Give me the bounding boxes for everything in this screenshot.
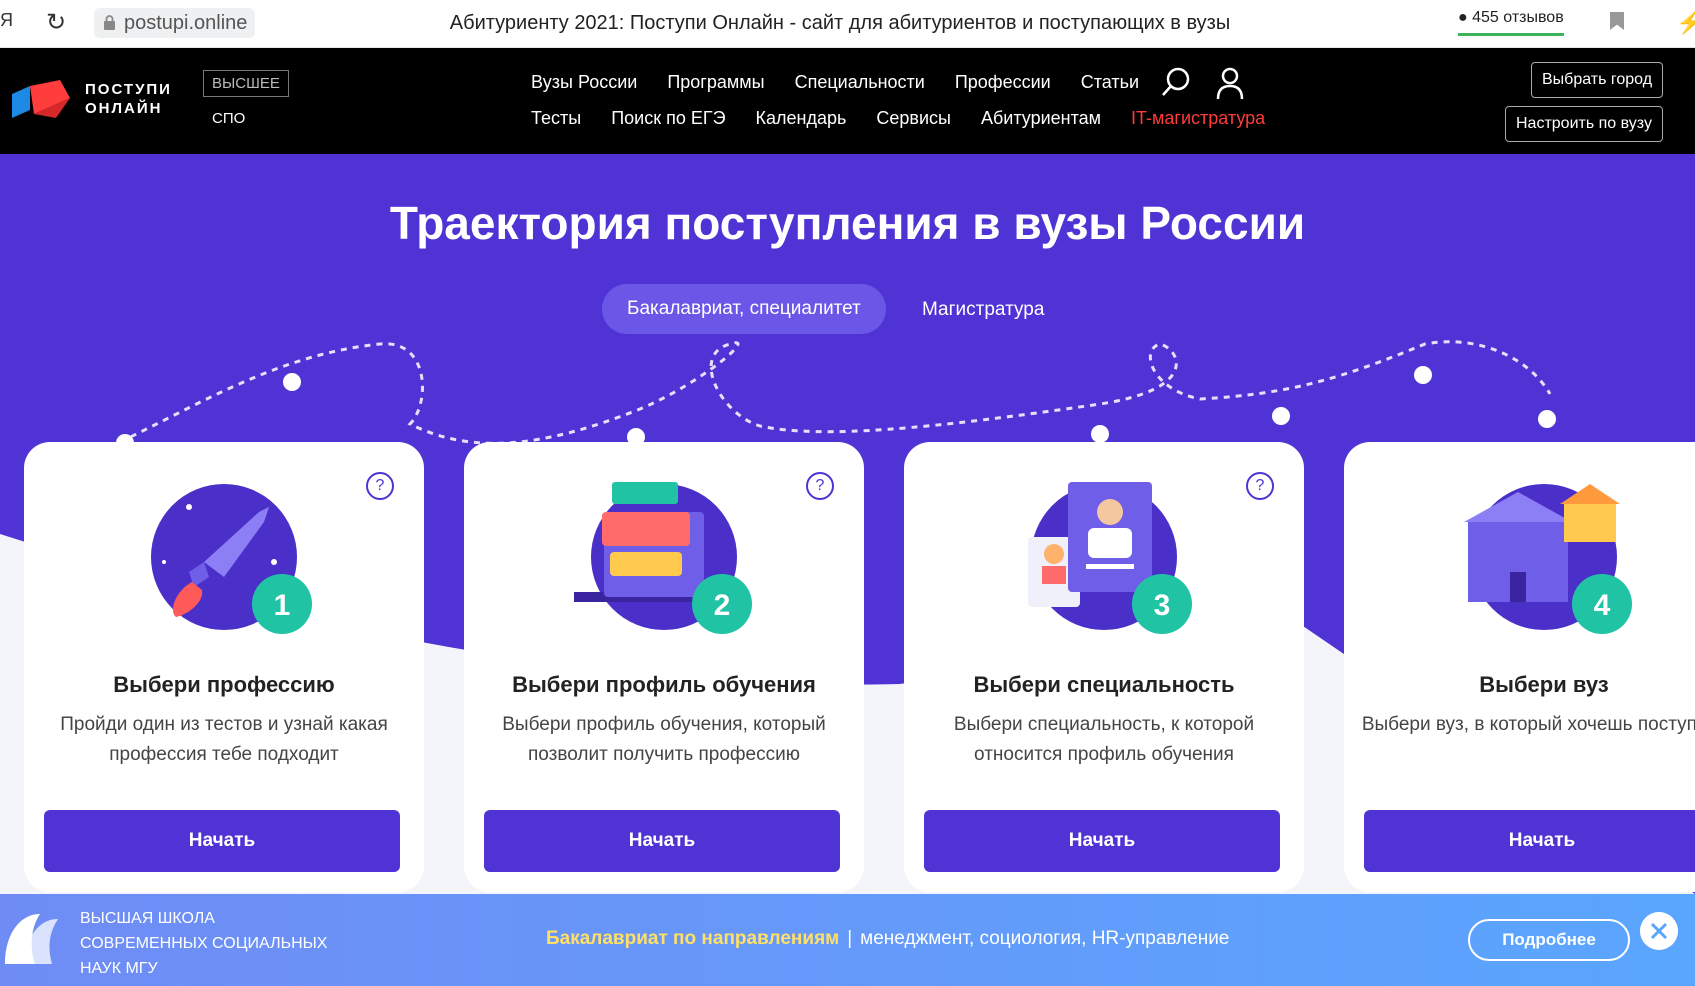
logo-line1: ПОСТУПИ: [85, 81, 172, 98]
promo-banner[interactable]: ВЫСШАЯ ШКОЛА СОВРЕМЕННЫХ СОЦИАЛЬНЫХ НАУК…: [0, 894, 1695, 986]
school-line2: СОВРЕМЕННЫХ СОЦИАЛЬНЫХ: [80, 935, 328, 952]
banner-highlight: Бакалавриат по направлениям: [546, 928, 840, 949]
bookmark-icon[interactable]: [1610, 12, 1624, 30]
page-title-tab: Абитуриенту 2021: Поступи Онлайн - сайт …: [449, 12, 1231, 34]
rocket-icon: 1: [151, 484, 312, 634]
help-icon[interactable]: ?: [806, 472, 834, 500]
banner-school-name: ВЫСШАЯ ШКОЛА СОВРЕМЕННЫХ СОЦИАЛЬНЫХ НАУК…: [80, 906, 327, 981]
reviews-count: 455 отзывов: [1472, 9, 1564, 26]
step-number-2: 2: [714, 589, 731, 622]
protect-icon[interactable]: ⚡: [1676, 10, 1695, 36]
site-header: ПОСТУПИ ОНЛАЙН ВЫСШЕЕ СПО Вузы России Пр…: [0, 48, 1695, 154]
nav-universities[interactable]: Вузы России: [531, 72, 637, 93]
start-button[interactable]: Начать: [924, 810, 1280, 872]
doctor-id-icon: 3: [1028, 482, 1192, 634]
start-button[interactable]: Начать: [44, 810, 400, 872]
step-number-1: 1: [274, 589, 291, 622]
choose-city-button[interactable]: Выбрать город: [1531, 62, 1664, 98]
profile-cards-icon: 2: [574, 482, 752, 634]
step-card-profile: ? 2 Выбери профиль обучения Выбери профи…: [464, 442, 864, 892]
card-description: Выбери профиль обучения, который позволи…: [502, 714, 826, 765]
card-description: Выбери специальность, к которой относитс…: [953, 714, 1255, 765]
nav-tests[interactable]: Тесты: [531, 108, 581, 129]
logo-icon[interactable]: [12, 80, 74, 120]
level-higher-button[interactable]: ВЫСШЕЕ: [203, 70, 289, 97]
step-card-specialty: ? 3 Выбери специальность Выбери специаль…: [904, 442, 1304, 892]
level-spo-link[interactable]: СПО: [212, 110, 245, 127]
browser-app-icon[interactable]: Я: [0, 10, 13, 31]
browser-bar: Я ↻ postupi.online Абитуриенту 2021: Пос…: [0, 0, 1695, 48]
card-title: Выбери вуз: [1479, 672, 1609, 697]
nav-ege-search[interactable]: Поиск по ЕГЭ: [611, 108, 725, 129]
hero-title: Траектория поступления в вузы России: [389, 197, 1306, 249]
help-icon[interactable]: ?: [366, 472, 394, 500]
reload-icon[interactable]: ↻: [46, 8, 66, 37]
start-button[interactable]: Начать: [1364, 810, 1695, 872]
lock-icon: [104, 15, 115, 30]
school-line3: НАУК МГУ: [80, 960, 158, 977]
main-nav-row2: Тесты Поиск по ЕГЭ Календарь Сервисы Аби…: [531, 108, 1265, 129]
speech-bubble-icon: ●: [1458, 9, 1468, 26]
card-title: Выбери специальность: [973, 672, 1235, 697]
tab-bachelor[interactable]: Бакалавриат, специалитет: [602, 284, 886, 334]
main-nav-row1: Вузы России Программы Специальности Проф…: [531, 72, 1139, 93]
nav-calendar[interactable]: Календарь: [756, 108, 847, 129]
nav-applicants[interactable]: Абитуриентам: [981, 108, 1101, 129]
more-button[interactable]: Подробнее: [1468, 919, 1630, 961]
reviews-badge[interactable]: ● 455 отзывов: [1458, 9, 1564, 36]
nav-articles[interactable]: Статьи: [1081, 72, 1139, 93]
step-number-4: 4: [1594, 589, 1611, 622]
step-card-university: 4 Выбери вуз Выбери вуз, в который хочеш…: [1344, 442, 1695, 892]
address-bar[interactable]: postupi.online: [94, 8, 256, 38]
help-icon[interactable]: ?: [1246, 472, 1274, 500]
card-description: Пройди один из тестов и узнай какая проф…: [60, 714, 388, 765]
user-icon[interactable]: [1215, 66, 1245, 100]
logo-line2: ОНЛАЙН: [85, 100, 163, 117]
card-description: Выбери вуз, в который хочешь поступить: [1361, 714, 1695, 735]
card-title: Выбери профессию: [113, 672, 335, 697]
nav-programs[interactable]: Программы: [667, 72, 764, 93]
close-icon[interactable]: [1640, 912, 1678, 950]
start-button[interactable]: Начать: [484, 810, 840, 872]
logo-text[interactable]: ПОСТУПИ ОНЛАЙН: [85, 80, 172, 118]
nav-it-magistracy[interactable]: IT-магистратура: [1131, 108, 1265, 129]
banner-directions: менеджмент, социология, HR-управление: [860, 928, 1230, 949]
university-building-icon: 4: [1454, 482, 1634, 642]
card-title: Выбери профиль обучения: [512, 672, 816, 697]
msu-school-logo-icon: [5, 914, 58, 964]
banner-separator: |: [847, 928, 853, 949]
nav-specialties[interactable]: Специальности: [795, 72, 925, 93]
step-card-profession: ? 1 Выбери профессию Пройди один из тест…: [24, 442, 424, 892]
address-text: postupi.online: [124, 12, 248, 34]
configure-by-vuz-button[interactable]: Настроить по вузу: [1505, 106, 1663, 142]
search-icon[interactable]: [1160, 66, 1192, 98]
nav-professions[interactable]: Профессии: [955, 72, 1051, 93]
banner-message: Бакалавриат по направлениям | менеджмент, …: [546, 928, 1229, 950]
tab-magistracy[interactable]: Магистратура: [922, 299, 1044, 321]
nav-services[interactable]: Сервисы: [876, 108, 951, 129]
school-line1: ВЫСШАЯ ШКОЛА: [80, 910, 215, 927]
step-number-3: 3: [1154, 589, 1171, 622]
